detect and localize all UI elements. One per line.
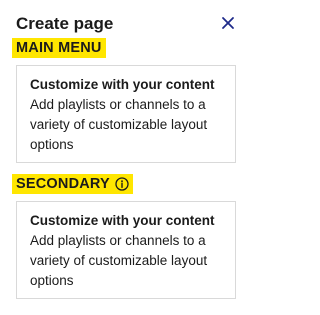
section-label-secondary: SECONDARY <box>12 174 133 194</box>
panel-title: Create page <box>16 14 114 33</box>
create-page-panel: Create page MAIN MENU Customize with you… <box>0 0 252 315</box>
layout-option-card-secondary[interactable]: Customize with your content Add playlist… <box>16 201 236 299</box>
section-label-text: MAIN MENU <box>16 40 102 56</box>
card-title: Customize with your content <box>30 213 215 228</box>
layout-option-card-main-menu[interactable]: Customize with your content Add playlist… <box>16 65 236 163</box>
close-icon[interactable] <box>221 16 235 30</box>
section-label-text: SECONDARY <box>16 176 110 192</box>
panel-header: Create page <box>16 13 240 35</box>
card-description: Add playlists or channels to a variety o… <box>30 97 208 152</box>
card-title: Customize with your content <box>30 77 215 92</box>
card-description: Add playlists or channels to a variety o… <box>30 233 208 288</box>
info-icon[interactable] <box>115 177 129 191</box>
section-label-main-menu: MAIN MENU <box>12 38 106 58</box>
